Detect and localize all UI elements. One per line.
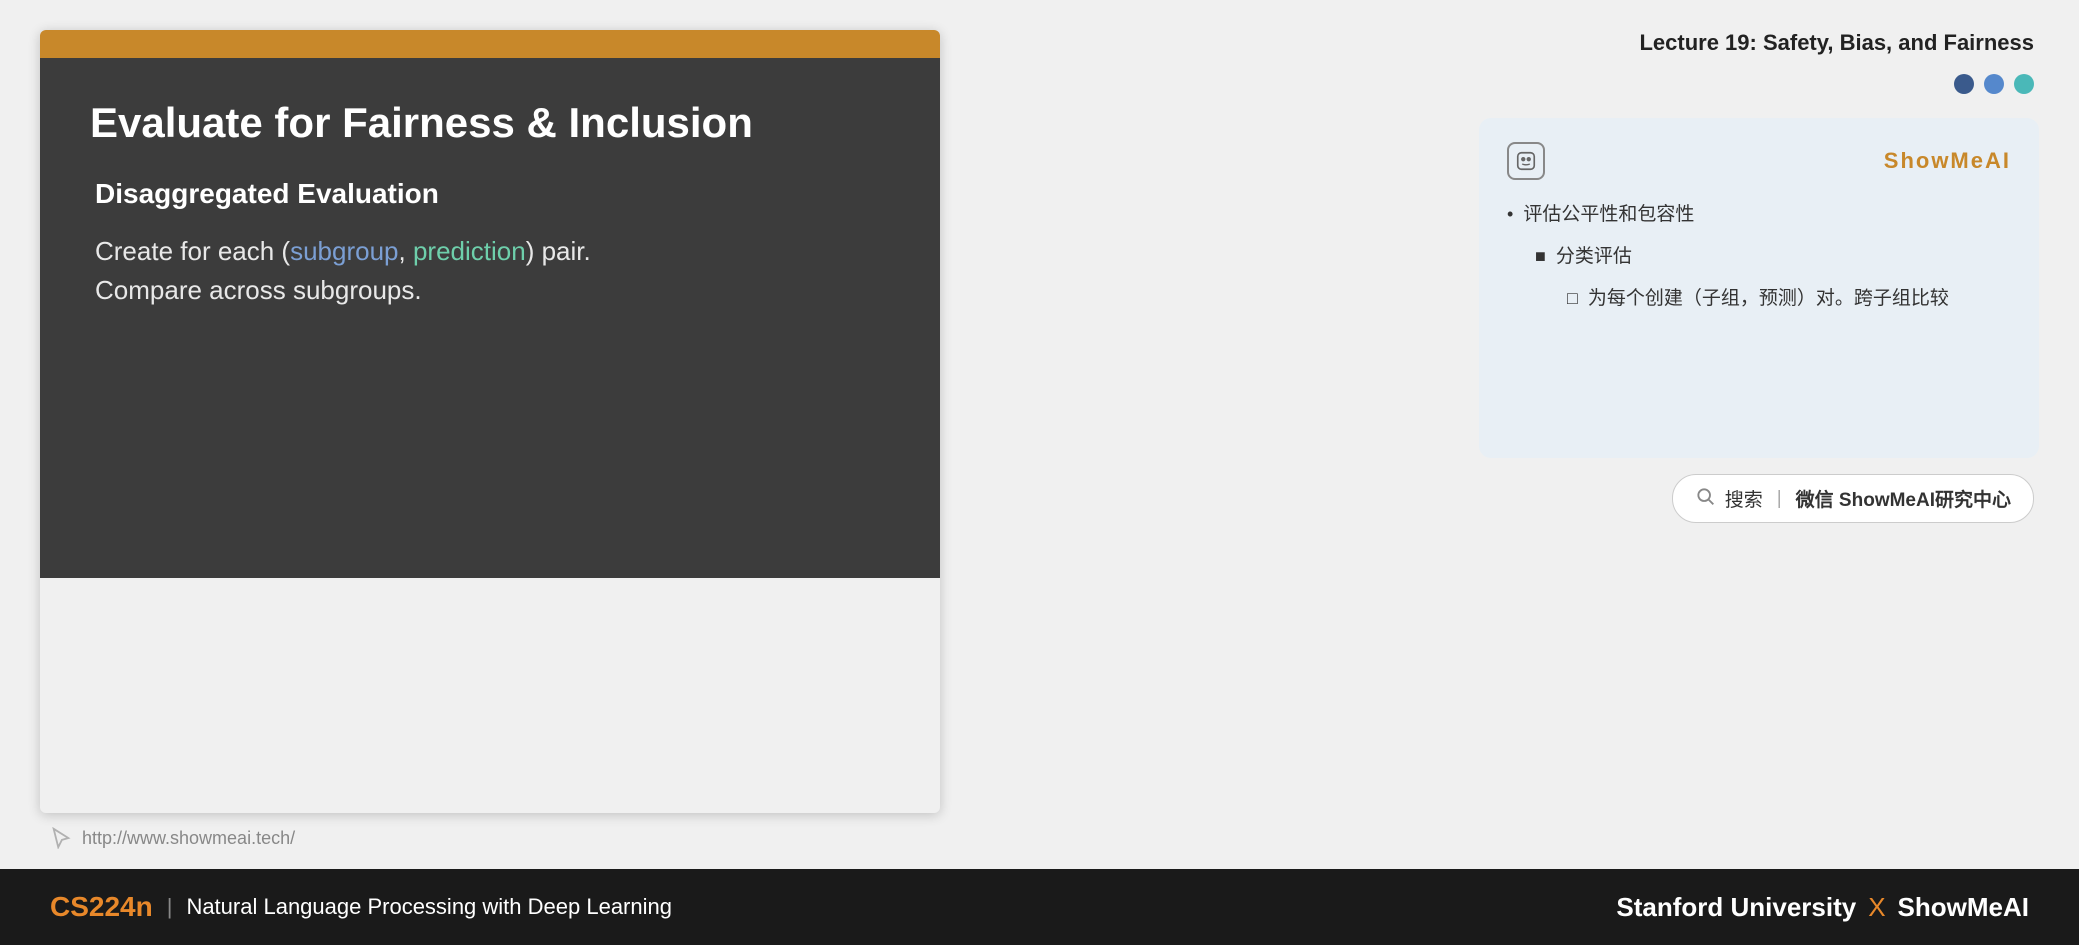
lecture-title: Lecture 19: Safety, Bias, and Fairness: [1639, 30, 2039, 56]
ai-icon: [1507, 142, 1545, 180]
slide-title: Evaluate for Fairness & Inclusion: [90, 98, 890, 148]
notes-card-header: ShowMeAI: [1507, 142, 2011, 180]
search-brand-text: 微信 ShowMeAI研究中心: [1796, 485, 2011, 512]
notes-bullet1-text: 评估公平性和包容性: [1523, 198, 1694, 232]
bullet-l3-symbol: □: [1567, 282, 1578, 316]
footer-pipe: |: [167, 894, 173, 920]
slide-text-after: ) pair.: [526, 236, 591, 266]
search-divider: |: [1777, 488, 1782, 510]
dot-2: [1984, 74, 2004, 94]
search-row: 搜索 | 微信 ShowMeAI研究中心: [980, 458, 2039, 533]
notes-bullet-l3: □ 为每个创建（子组，预测）对。跨子组比较: [1507, 282, 2011, 316]
slide-container: Evaluate for Fairness & Inclusion Disagg…: [40, 30, 940, 849]
slide-body: Evaluate for Fairness & Inclusion Disagg…: [40, 58, 940, 578]
slide-comma: ,: [399, 236, 413, 266]
notes-bullet-l2: ■ 分类评估: [1507, 240, 2011, 274]
slide-text-line2: Compare across subgroups.: [95, 275, 422, 305]
course-desc: Natural Language Processing with Deep Le…: [186, 894, 672, 920]
bottom-bar: CS224n | Natural Language Processing wit…: [0, 869, 2079, 945]
slide-subtitle: Disaggregated Evaluation: [90, 178, 890, 210]
slide-prediction-word: prediction: [413, 236, 526, 266]
search-bar[interactable]: 搜索 | 微信 ShowMeAI研究中心: [1672, 474, 2034, 523]
cursor-icon: [50, 827, 72, 849]
search-label-text: 搜索: [1725, 485, 1763, 512]
slide-text-create: Create for each (: [95, 236, 290, 266]
showmeai-text-bottom: ShowMeAI: [1898, 892, 2029, 923]
bullet-l2-symbol: ■: [1535, 240, 1546, 274]
showmeai-brand: ShowMeAI: [1884, 148, 2011, 174]
bottom-right: Stanford University X ShowMeAI: [1616, 892, 2029, 923]
stanford-text: Stanford University: [1616, 892, 1856, 923]
right-panel: Lecture 19: Safety, Bias, and Fairness S…: [980, 30, 2039, 849]
slide-text: Create for each (subgroup, prediction) p…: [90, 232, 890, 310]
slide-header-bar: [40, 30, 940, 58]
dot-3: [2014, 74, 2034, 94]
dot-1: [1954, 74, 1974, 94]
notes-bullet-l1: • 评估公平性和包容性: [1507, 198, 2011, 232]
slide: Evaluate for Fairness & Inclusion Disagg…: [40, 30, 940, 813]
slide-url: http://www.showmeai.tech/: [82, 828, 295, 849]
notes-bullet2-text: 分类评估: [1556, 240, 1632, 274]
x-mark: X: [1868, 892, 1885, 923]
dots-row: [1954, 74, 2039, 94]
bottom-left: CS224n | Natural Language Processing wit…: [50, 891, 672, 923]
slide-subgroup-word: subgroup: [290, 236, 398, 266]
slide-url-bar: http://www.showmeai.tech/: [40, 813, 940, 849]
notes-bullet3-text: 为每个创建（子组，预测）对。跨子组比较: [1588, 282, 1949, 316]
search-icon: [1695, 486, 1715, 512]
bullet-l1-symbol: •: [1507, 198, 1513, 232]
notes-content: • 评估公平性和包容性 ■ 分类评估 □ 为每个创建（子组，预测）对。跨子组比较: [1507, 198, 2011, 317]
course-code: CS224n: [50, 891, 153, 923]
notes-card: ShowMeAI • 评估公平性和包容性 ■ 分类评估 □ 为每个创建（子组，预…: [1479, 118, 2039, 458]
